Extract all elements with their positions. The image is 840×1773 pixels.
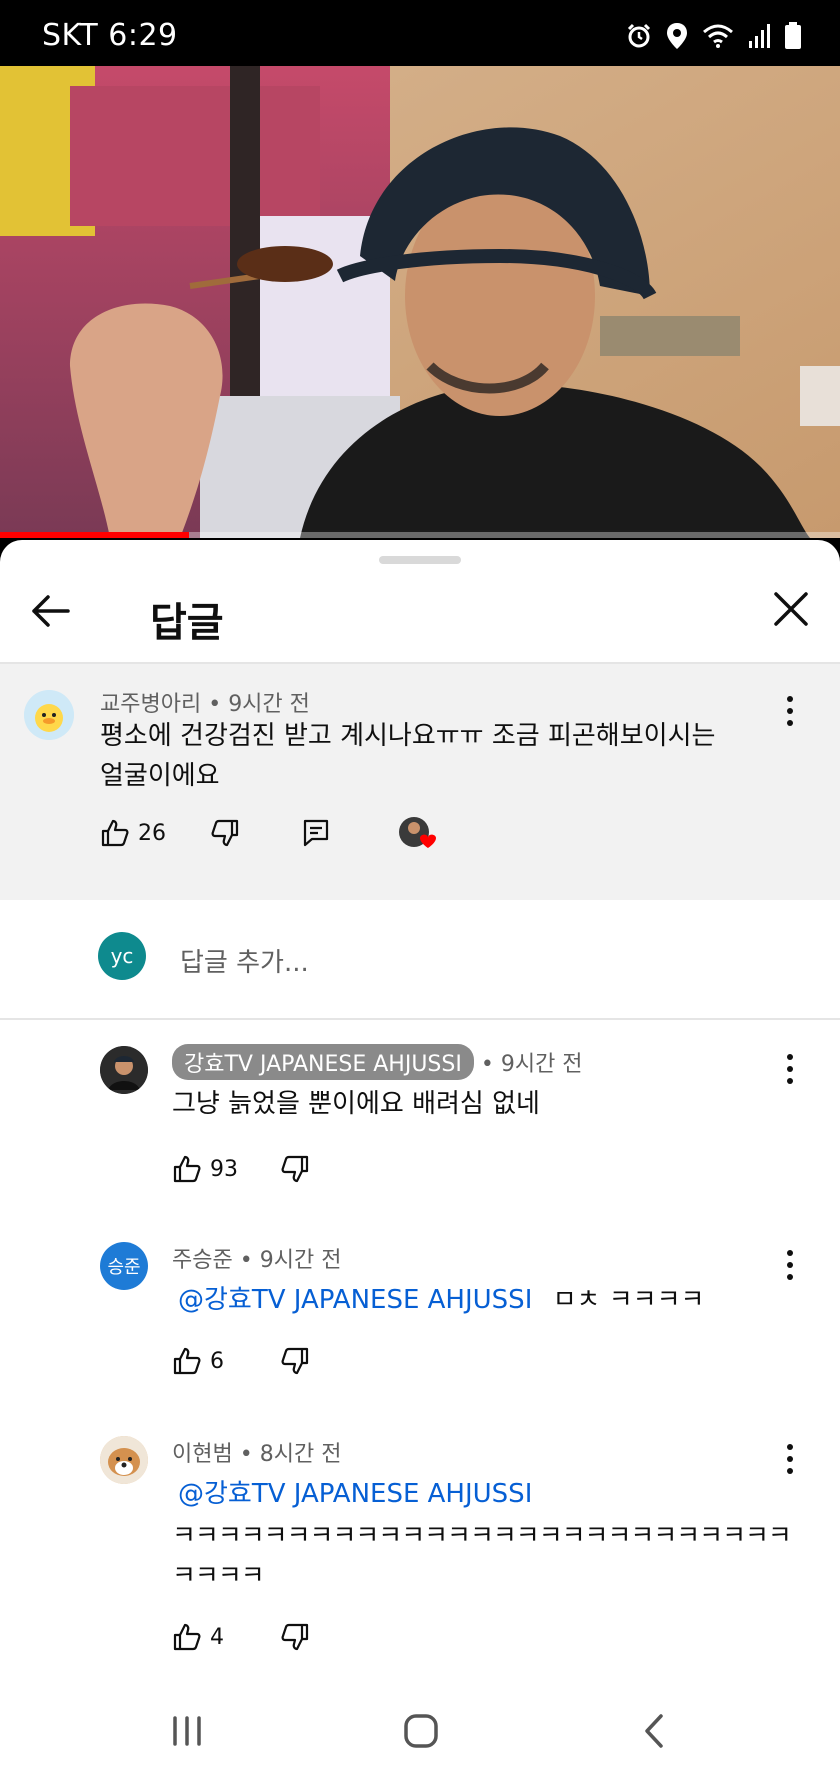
comment-time: 9시간 전	[228, 692, 310, 717]
drag-handle[interactable]	[379, 556, 461, 564]
home-icon[interactable]	[396, 1708, 446, 1754]
mention-link[interactable]: @강효TV JAPANESE AHJUSSI	[178, 1474, 778, 1514]
reply-input[interactable]: 답글 추가...	[180, 942, 309, 979]
status-icons	[626, 22, 802, 54]
dislike-button[interactable]	[210, 818, 240, 848]
more-options-icon[interactable]	[780, 694, 800, 728]
dislike-button[interactable]	[280, 1622, 310, 1652]
comment-author[interactable]: 교주병아리	[100, 692, 201, 717]
status-bar: SKT 6:29	[0, 0, 840, 66]
creator-heart-icon	[399, 817, 436, 848]
replies-sheet: 답글 교주병아리 • 9시간 전 평소에 건강검진 받고 계시나요ㅠㅠ 조금 피…	[0, 540, 840, 1688]
battery-icon	[784, 22, 802, 54]
reply-actions: 93	[172, 1154, 310, 1184]
like-button[interactable]: 26	[100, 818, 166, 848]
comment-actions: 26	[100, 816, 438, 850]
avatar[interactable]	[24, 690, 74, 740]
reply-meta: 이현범 • 8시간 전	[172, 1436, 341, 1468]
wifi-icon	[702, 23, 734, 53]
video-progress-bar[interactable]	[0, 532, 840, 538]
comment-text: 평소에 건강검진 받고 계시나요ㅠㅠ 조금 피곤해보이시는 얼굴이에요	[100, 716, 780, 796]
thumbs-up-icon	[173, 1623, 201, 1651]
signal-icon	[748, 23, 770, 53]
back-icon[interactable]	[630, 1708, 680, 1754]
like-count: 6	[210, 1348, 224, 1374]
meta-separator: •	[239, 1442, 253, 1467]
reply-time: 8시간 전	[259, 1442, 342, 1467]
thumbs-down-icon	[211, 819, 239, 847]
reply-time: 9시간 전	[500, 1052, 583, 1077]
more-options-icon[interactable]	[780, 1248, 800, 1282]
reply-input-row: yc 답글 추가...	[0, 900, 840, 1018]
more-options-icon[interactable]	[780, 1442, 800, 1476]
video-frame	[0, 66, 840, 538]
avatar[interactable]: 승준	[100, 1242, 148, 1290]
avatar[interactable]	[100, 1436, 148, 1484]
video-player[interactable]	[0, 66, 840, 538]
like-button[interactable]: 93	[172, 1154, 238, 1184]
reply-comment-icon	[303, 819, 329, 847]
user-avatar: yc	[98, 932, 146, 980]
thumbs-down-icon	[281, 1347, 309, 1375]
mention-text[interactable]: @강효TV JAPANESE AHJUSSI	[178, 1479, 532, 1509]
more-options-icon[interactable]	[780, 1052, 800, 1086]
parent-comment: 교주병아리 • 9시간 전 평소에 건강검진 받고 계시나요ㅠㅠ 조금 피곤해보…	[0, 664, 840, 900]
location-icon	[666, 22, 688, 54]
reply-text: ㅋㅋㅋㅋㅋㅋㅋㅋㅋㅋㅋㅋㅋㅋㅋㅋㅋㅋㅋㅋㅋㅋㅋㅋㅋㅋㅋ ㅋㅋㅋㅋ	[172, 1516, 792, 1596]
comment-meta: 교주병아리 • 9시간 전	[100, 686, 310, 718]
status-carrier-time: SKT 6:29	[42, 18, 178, 53]
like-button[interactable]: 4	[172, 1622, 224, 1652]
comment-text-line: 평소에 건강검진 받고 계시나요ㅠㅠ 조금 피곤해보이시는	[100, 721, 716, 751]
reply-actions: 6	[172, 1346, 310, 1376]
video-progress-fill	[0, 532, 189, 538]
reply-text: 그냥 늙었을 뿐이에요 배려심 없네	[172, 1089, 540, 1119]
thumbs-up-icon	[173, 1347, 201, 1375]
avatar[interactable]	[100, 1046, 148, 1094]
reply-author[interactable]: 이현범	[172, 1442, 233, 1467]
reply-author[interactable]: 주승준	[172, 1248, 233, 1273]
reply-text-body: ㅁㅊ ㅋㅋㅋㅋ	[552, 1285, 705, 1315]
reply-text-line: ㅋㅋㅋㅋ	[172, 1561, 265, 1591]
sheet-header: 답글	[0, 564, 840, 662]
dislike-button[interactable]	[280, 1154, 310, 1184]
like-count: 4	[210, 1624, 224, 1650]
mention-link[interactable]: @강효TV JAPANESE AHJUSSI	[178, 1285, 532, 1315]
channel-owner-badge[interactable]: 강효TV JAPANESE AHJUSSI	[172, 1044, 474, 1080]
like-count: 93	[210, 1156, 238, 1182]
thumbs-up-icon	[173, 1155, 201, 1183]
close-icon[interactable]	[768, 586, 814, 632]
like-button[interactable]: 6	[172, 1346, 224, 1376]
meta-separator: •	[208, 692, 222, 717]
reply-meta: 강효TV JAPANESE AHJUSSI • 9시간 전	[172, 1044, 583, 1080]
input-divider	[0, 1018, 840, 1020]
dislike-button[interactable]	[280, 1346, 310, 1376]
reply-meta: 주승준 • 9시간 전	[172, 1242, 341, 1274]
meta-separator: •	[239, 1248, 253, 1273]
thumbs-up-icon	[101, 819, 129, 847]
system-nav-bar	[0, 1688, 840, 1773]
comment-text-line: 얼굴이에요	[100, 761, 220, 791]
reply-time: 9시간 전	[259, 1248, 342, 1273]
reply-button[interactable]	[302, 818, 330, 848]
like-count: 26	[138, 820, 166, 846]
sheet-title: 답글	[150, 600, 224, 646]
alarm-icon	[626, 23, 652, 53]
thumbs-down-icon	[281, 1155, 309, 1183]
recent-apps-icon[interactable]	[162, 1708, 212, 1754]
back-arrow-icon[interactable]	[28, 588, 74, 634]
reply-actions: 4	[172, 1622, 310, 1652]
reply-text: @강효TV JAPANESE AHJUSSI ㅁㅊ ㅋㅋㅋㅋ	[178, 1280, 778, 1320]
meta-separator: •	[480, 1052, 494, 1077]
creator-heart-badge	[398, 816, 438, 850]
thumbs-down-icon	[281, 1623, 309, 1651]
reply-text-line: ㅋㅋㅋㅋㅋㅋㅋㅋㅋㅋㅋㅋㅋㅋㅋㅋㅋㅋㅋㅋㅋㅋㅋㅋㅋㅋㅋ	[172, 1521, 792, 1551]
